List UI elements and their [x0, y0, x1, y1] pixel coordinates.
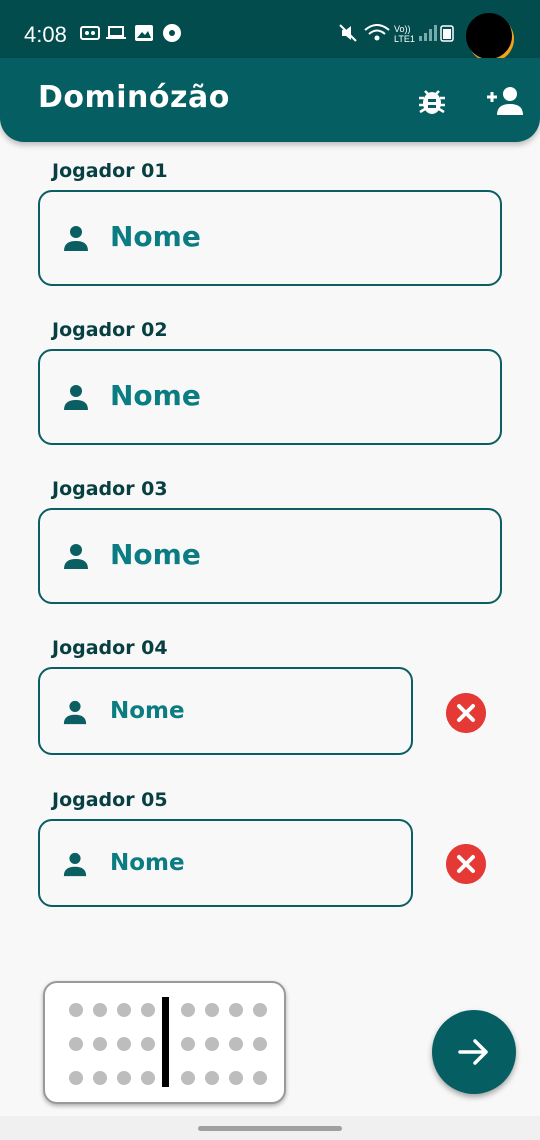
domino-pip: [117, 1037, 131, 1051]
signal-icon: [419, 25, 437, 41]
player-label-4: Jogador 04: [52, 637, 168, 659]
player-label-5: Jogador 05: [52, 789, 168, 811]
domino-pip: [205, 1037, 219, 1051]
laptop-icon: [106, 26, 126, 39]
notification-icon: [163, 24, 181, 42]
bug-icon[interactable]: [416, 84, 448, 116]
navigation-bar: [0, 1116, 540, 1140]
player-name-input-3[interactable]: Nome: [38, 508, 502, 604]
status-time: 4:08: [24, 22, 67, 47]
person-icon: [64, 226, 88, 251]
volte-icon: Vo)) LTE1: [394, 24, 415, 44]
player-name-input-1[interactable]: Nome: [38, 190, 502, 286]
person-icon: [64, 544, 88, 569]
domino-divider: [162, 997, 169, 1087]
domino-pip: [117, 1071, 131, 1085]
domino-pip: [69, 1071, 83, 1085]
voicemail-icon: [80, 26, 100, 40]
wifi-icon: [364, 24, 390, 41]
domino-pip: [141, 1037, 155, 1051]
domino-pip: [181, 1003, 195, 1017]
app-title: Dominózão: [38, 80, 230, 115]
arrow-right-icon: [458, 1039, 488, 1065]
person-icon: [64, 385, 88, 410]
domino-pip: [69, 1037, 83, 1051]
name-placeholder: Nome: [110, 220, 201, 253]
domino-pip: [69, 1003, 83, 1017]
add-user-icon[interactable]: [486, 86, 524, 116]
name-placeholder: Nome: [110, 379, 201, 412]
battery-icon: [440, 25, 454, 42]
app-bar: Dominózão: [0, 58, 540, 142]
person-icon: [63, 852, 87, 877]
domino-pip: [181, 1037, 195, 1051]
domino-pip: [205, 1003, 219, 1017]
domino-pip: [205, 1071, 219, 1085]
name-placeholder: Nome: [110, 538, 201, 571]
name-placeholder: Nome: [110, 850, 185, 876]
domino-pip: [93, 1071, 107, 1085]
mute-icon: [339, 24, 357, 42]
domino-pip: [253, 1003, 267, 1017]
domino-pip: [93, 1003, 107, 1017]
domino-pip: [253, 1037, 267, 1051]
player-name-input-2[interactable]: Nome: [38, 349, 502, 445]
image-icon: [135, 25, 153, 41]
domino-pip: [229, 1003, 243, 1017]
person-icon: [63, 700, 87, 725]
domino-pip: [141, 1071, 155, 1085]
domino-tile-icon: [43, 981, 286, 1104]
name-placeholder: Nome: [110, 698, 185, 724]
home-indicator[interactable]: [198, 1126, 342, 1131]
domino-pip: [117, 1003, 131, 1017]
player-label-3: Jogador 03: [52, 478, 168, 500]
player-label-1: Jogador 01: [52, 160, 168, 182]
domino-pip: [93, 1037, 107, 1051]
domino-pip: [141, 1003, 155, 1017]
player-label-2: Jogador 02: [52, 319, 168, 341]
avatar: [466, 13, 512, 59]
domino-pip: [253, 1071, 267, 1085]
next-button[interactable]: [432, 1010, 516, 1094]
remove-player-button-4[interactable]: [446, 693, 486, 733]
domino-pip: [229, 1071, 243, 1085]
player-name-input-4[interactable]: Nome: [38, 667, 413, 755]
remove-player-button-5[interactable]: [446, 844, 486, 884]
player-name-input-5[interactable]: Nome: [38, 819, 413, 907]
domino-pip: [181, 1071, 195, 1085]
domino-pip: [229, 1037, 243, 1051]
